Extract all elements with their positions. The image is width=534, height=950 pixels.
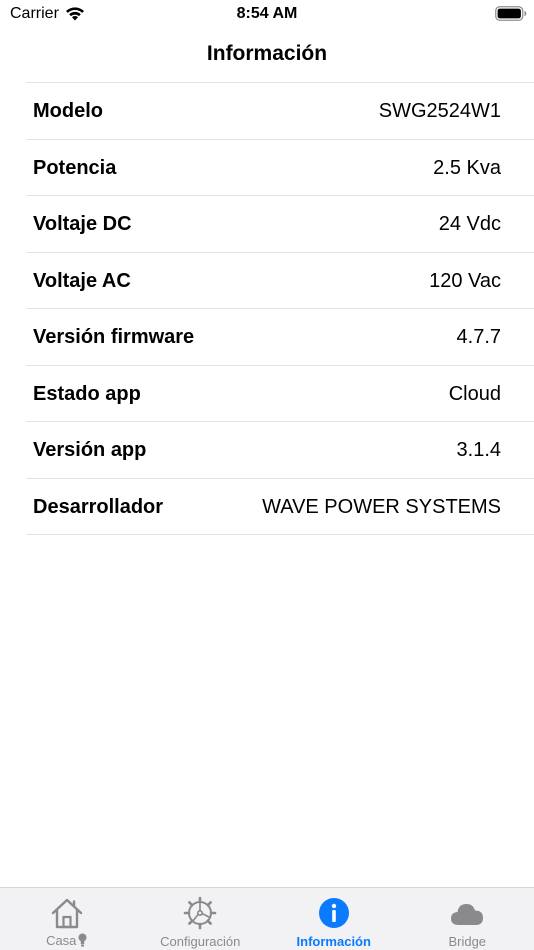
clock: 8:54 AM (236, 5, 298, 22)
info-label: Versión firmware (33, 326, 195, 348)
info-row-version-firmware: Versión firmware 4.7.7 (26, 309, 534, 366)
info-list: Modelo SWG2524W1 Potencia 2.5 Kva Voltaj… (26, 82, 534, 535)
info-value: 4.7.7 (456, 326, 501, 348)
info-row-potencia: Potencia 2.5 Kva (26, 140, 534, 196)
tab-bar: Casa Configuración Información Bridge (0, 887, 534, 950)
lightbulb-icon (78, 933, 87, 947)
info-label: Versión app (33, 439, 147, 461)
info-value: 2.5 Kva (433, 156, 501, 179)
info-row-version-app: Versión app 3.1.4 (26, 422, 534, 479)
info-value: 3.1.4 (456, 439, 501, 461)
cloud-icon (451, 904, 484, 925)
battery-icon (495, 6, 527, 21)
tab-label: Casa (46, 933, 77, 948)
tab-casa[interactable]: Casa (0, 888, 134, 950)
info-value: 120 Vac (429, 269, 501, 292)
info-row-voltaje-ac: Voltaje AC 120 Vac (26, 253, 534, 309)
info-label: Voltaje AC (33, 269, 131, 292)
info-row-voltaje-dc: Voltaje DC 24 Vdc (26, 196, 534, 253)
tab-informacion[interactable]: Información (267, 888, 401, 950)
info-row-desarrollador: Desarrollador WAVE POWER SYSTEMS (26, 479, 534, 535)
info-row-modelo: Modelo SWG2524W1 (26, 83, 534, 140)
info-value: WAVE POWER SYSTEMS (262, 495, 501, 518)
tab-casa-label-group: Casa (0, 933, 134, 948)
page-title: Información (206, 42, 328, 65)
tab-configuracion[interactable]: Configuración (134, 888, 268, 950)
screen: Carrier 8:54 AM Información Modelo SWG25… (0, 0, 534, 950)
tab-bridge[interactable]: Bridge (401, 888, 534, 950)
info-icon (318, 898, 349, 928)
info-value: Cloud (448, 382, 501, 405)
info-label: Voltaje DC (33, 213, 132, 235)
info-value: SWG2524W1 (378, 100, 501, 122)
info-label: Desarrollador (33, 495, 164, 518)
status-bar: Carrier 8:54 AM (0, 0, 534, 30)
info-row-estado-app: Estado app Cloud (26, 366, 534, 422)
info-label: Estado app (33, 382, 141, 405)
info-label: Modelo (33, 100, 103, 122)
house-icon (51, 898, 82, 929)
info-label: Potencia (33, 156, 117, 179)
tab-label: Bridge (448, 934, 487, 949)
gear-icon (183, 896, 217, 930)
tab-label: Configuración (160, 934, 241, 949)
tab-label: Información (296, 934, 371, 949)
info-value: 24 Vdc (438, 213, 501, 235)
